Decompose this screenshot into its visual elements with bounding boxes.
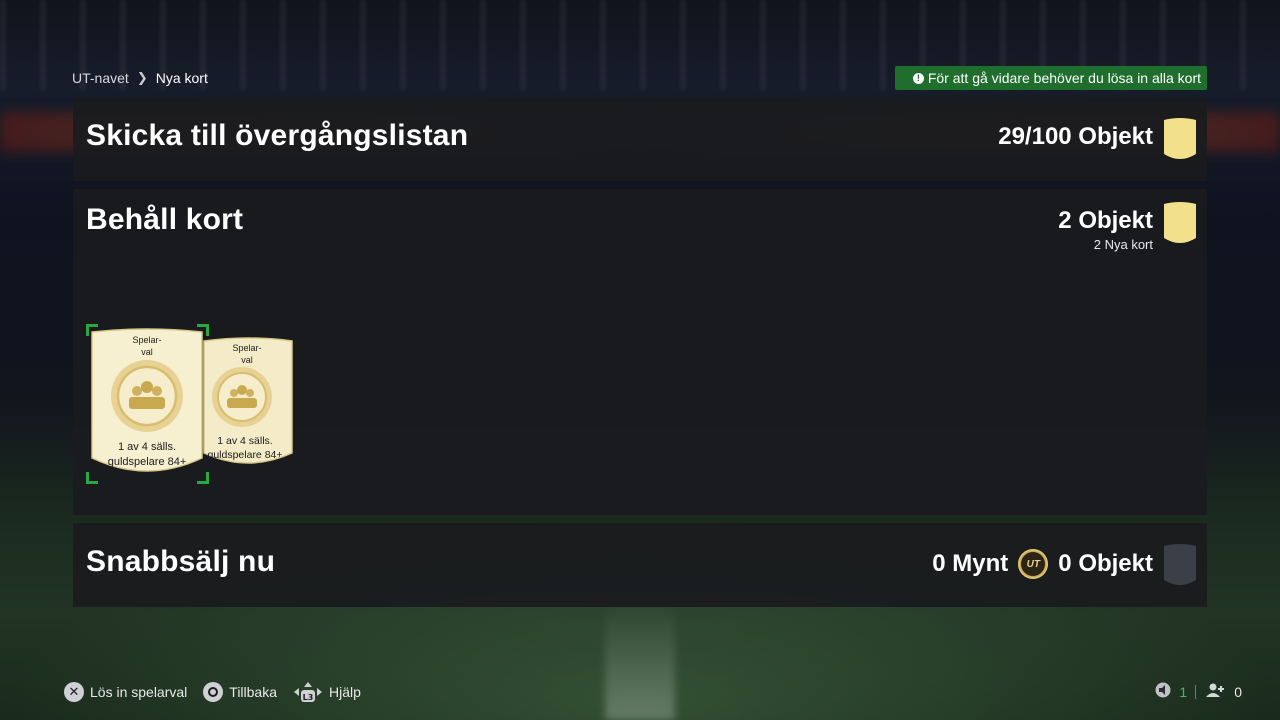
- player-pick-card[interactable]: Spelar-val 1 av 4 sälls. guldspelare 84+: [201, 335, 295, 473]
- friends-count: 0: [1234, 683, 1242, 700]
- card-description: 1 av 4 sälls. guldspelare 84+: [207, 435, 283, 461]
- transfer-count: 29/100 Objekt: [998, 123, 1153, 150]
- selection-corner: [197, 324, 209, 336]
- l3-stick-icon: L3: [293, 681, 323, 703]
- breadcrumb-current: Nya kort: [155, 70, 208, 86]
- card-title: Spelar-val: [132, 335, 162, 357]
- quick-sell-panel[interactable]: Snabbsälj nu 0 Mynt UT 0 Objekt: [73, 523, 1207, 607]
- transfer-list-panel[interactable]: Skicka till övergångslistan 29/100 Objek…: [73, 97, 1207, 181]
- redeem-notice-banner: ! För att gå vidare behöver du lösa in a…: [894, 66, 1207, 90]
- panel-title: Skicka till övergångslistan: [86, 119, 469, 152]
- selection-corner: [86, 472, 98, 484]
- coin-icon: UT: [1018, 549, 1049, 579]
- card-title: Spelar-val: [232, 343, 262, 365]
- player-pick-card-selected[interactable]: Spelar-val 1 av 4 sälls. guldspelare 84+: [86, 324, 209, 484]
- breadcrumb: UT-navet ❯ Nya kort: [72, 70, 208, 86]
- keep-count: 2 Objekt: [1058, 207, 1153, 234]
- notice-text: För att gå vidare behöver du lösa in all…: [927, 70, 1201, 86]
- card-description: 1 av 4 sälls. guldspelare 84+: [107, 441, 187, 468]
- panel-title: Behåll kort: [86, 203, 244, 236]
- notification-count: 1: [1179, 683, 1188, 700]
- new-cards-count: 2 Nya kort: [1093, 237, 1153, 252]
- gold-card-icon: [1164, 202, 1196, 243]
- button-hints: ✕ Lös in spelarval Tillbaka L3 Hjälp: [64, 681, 361, 703]
- back-hint[interactable]: Tillbaka: [203, 682, 277, 702]
- status-bar: 1 0: [1155, 682, 1242, 701]
- empty-card-icon: [1164, 544, 1196, 585]
- chevron-right-icon: ❯: [136, 70, 148, 85]
- coins-value: 0 Mynt: [932, 550, 1009, 577]
- redeem-hint[interactable]: ✕ Lös in spelarval: [64, 682, 187, 702]
- panel-title: Snabbsälj nu: [86, 545, 276, 578]
- info-icon: !: [912, 72, 924, 84]
- gold-card-icon: [1164, 118, 1196, 159]
- breadcrumb-root[interactable]: UT-navet: [72, 70, 129, 86]
- divider: [1195, 684, 1197, 699]
- circle-button-icon: [203, 682, 224, 702]
- help-hint[interactable]: L3 Hjälp: [293, 681, 361, 703]
- quicksell-count: 0 Objekt: [1058, 550, 1153, 577]
- svg-text:L3: L3: [303, 693, 314, 702]
- quicksell-summary: 0 Mynt UT 0 Objekt: [932, 549, 1153, 579]
- selection-corner: [86, 324, 98, 336]
- sound-icon: [1155, 682, 1171, 701]
- selection-corner: [197, 472, 209, 484]
- cross-button-icon: ✕: [64, 682, 84, 702]
- friends-icon: [1204, 682, 1226, 701]
